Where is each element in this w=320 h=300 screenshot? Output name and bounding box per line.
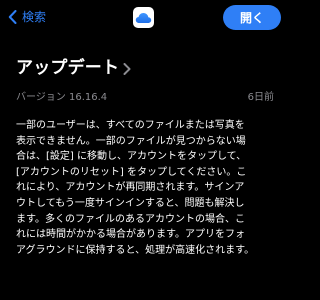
update-section: アップデート バージョン 16.16.4 6日前 一部のユーザーは、すべてのファ… (16, 56, 274, 258)
chevron-left-icon (8, 10, 17, 24)
chevron-right-icon (123, 63, 131, 75)
release-notes: 一部のユーザーは、すべてのファイルまたは写真を 表示できません。一部のファイルが… (16, 120, 255, 256)
back-button[interactable]: 検索 (8, 7, 46, 27)
update-title[interactable]: アップデート (16, 56, 119, 80)
navigation-bar: 検索 開く (0, 0, 287, 36)
update-heading-row[interactable]: アップデート (16, 56, 274, 80)
back-label: 検索 (22, 10, 47, 24)
icloud-icon (133, 7, 154, 28)
open-button[interactable]: 開く (223, 5, 281, 30)
update-date: 6日前 (247, 92, 274, 103)
update-meta: バージョン 16.16.4 6日前 (16, 90, 274, 106)
version-label: バージョン 16.16.4 (16, 92, 108, 103)
